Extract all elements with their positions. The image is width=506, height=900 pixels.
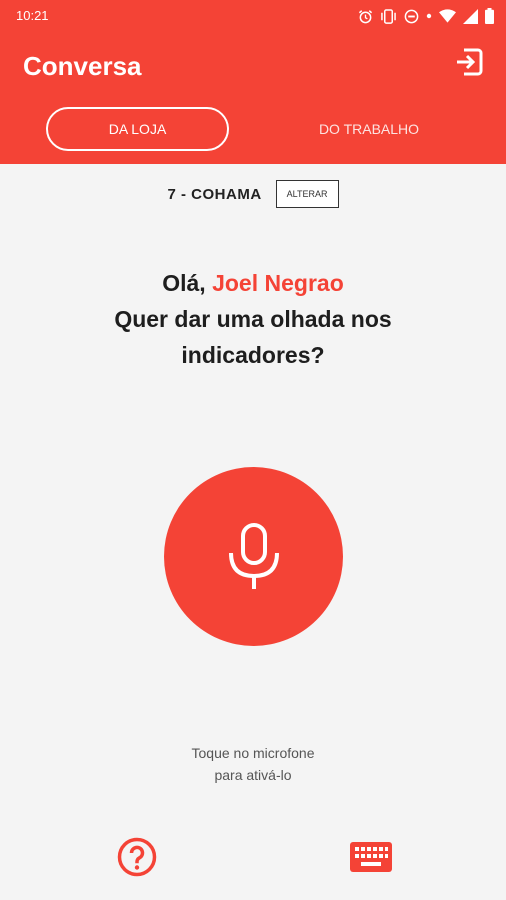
store-row: 7 - COHAMA ALTERAR — [0, 180, 506, 208]
battery-icon — [485, 8, 494, 24]
user-name: Joel Negrao — [212, 270, 344, 296]
signal-icon — [463, 8, 478, 24]
exit-button[interactable] — [454, 47, 484, 77]
exit-icon — [457, 48, 483, 76]
mic-hint-line-1: Toque no microfone — [191, 745, 315, 761]
greeting-line-2: Quer dar uma olhada nos — [114, 306, 392, 332]
greeting: Olá, Joel Negrao Quer dar uma olhada nos… — [0, 265, 506, 373]
status-bar: 10:21 — [0, 0, 506, 32]
tab-do-trabalho[interactable]: DO TRABALHO — [284, 107, 454, 151]
wifi-icon — [439, 9, 456, 23]
app-bar: Conversa DA LOJA DO TRABALHO — [0, 32, 506, 164]
help-button[interactable] — [117, 837, 157, 877]
keyboard-icon — [350, 842, 392, 872]
alarm-icon — [358, 9, 373, 23]
greeting-line-3: indicadores? — [181, 342, 325, 368]
tab-da-loja[interactable]: DA LOJA — [46, 107, 229, 151]
mic-hint-line-2: para ativá-lo — [214, 767, 292, 783]
page-title: Conversa — [23, 51, 142, 81]
greeting-prefix: Olá, — [162, 270, 213, 296]
keyboard-button[interactable] — [350, 842, 392, 872]
dnd-icon — [404, 9, 419, 23]
status-time: 10:21 — [16, 8, 49, 23]
mic-hint: Toque no microfone para ativá-lo — [0, 742, 506, 786]
store-name: 7 - COHAMA — [167, 185, 262, 203]
microphone-icon — [228, 522, 279, 589]
status-icons — [358, 7, 494, 25]
vibrate-icon — [381, 8, 396, 24]
dot-icon — [426, 13, 432, 19]
help-icon — [117, 837, 157, 877]
greeting-line-1: Olá, Joel Negrao — [0, 265, 506, 301]
change-store-button[interactable]: ALTERAR — [275, 180, 339, 208]
microphone-button[interactable] — [164, 467, 343, 646]
